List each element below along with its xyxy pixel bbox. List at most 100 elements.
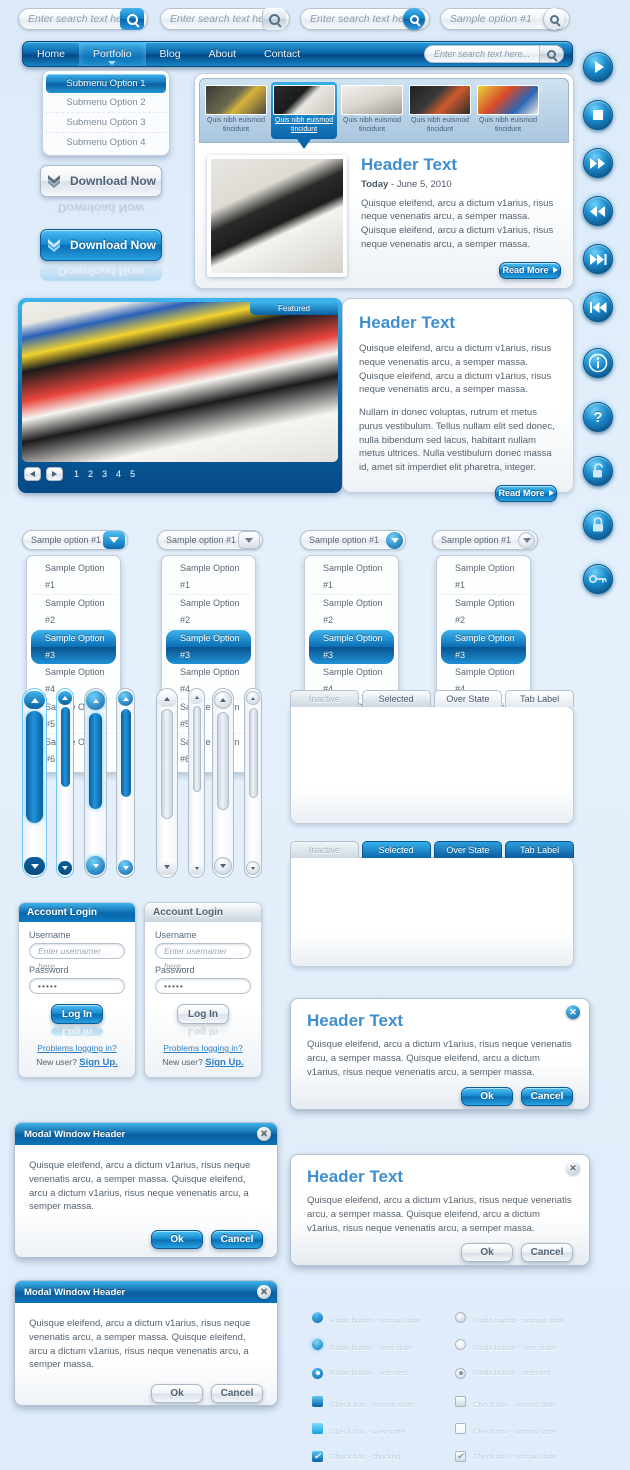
scrollbar-grey-2[interactable] (188, 688, 205, 878)
chevron-down-icon[interactable] (386, 531, 403, 549)
nav-item-contact[interactable]: Contact (250, 41, 314, 67)
scroll-thumb[interactable] (161, 709, 173, 819)
username-field[interactable]: Enter usemamer here... (155, 943, 251, 971)
dropdown-header[interactable]: Sample option #1 (22, 530, 128, 550)
dropdown-option[interactable]: Sample Option #2 (31, 595, 116, 630)
nav-search-input[interactable]: Enter search text here... (425, 49, 539, 59)
scrollbar-grey-4[interactable] (244, 688, 262, 878)
scroll-down-button[interactable] (158, 859, 176, 875)
page-number[interactable]: 3 (102, 469, 107, 479)
nav-search-bar[interactable]: Enter search text here... (424, 45, 564, 63)
search-bar-3[interactable]: Enter search text here.... (300, 8, 430, 30)
scroll-down-button[interactable] (214, 857, 232, 875)
search-icon[interactable] (262, 8, 286, 30)
dropdown-option[interactable]: Sample Option #5 (166, 699, 251, 734)
tab-over-state[interactable]: Over State (433, 841, 503, 858)
slider-next-button[interactable] (46, 467, 63, 481)
unlock-button[interactable] (583, 456, 613, 486)
checkbox-checked-icon[interactable]: ✔ (455, 1451, 466, 1462)
scrollbar-blue-2[interactable] (56, 688, 74, 878)
scroll-down-button[interactable] (118, 860, 133, 875)
fast-forward-button[interactable] (583, 148, 613, 178)
tab-label[interactable]: Tab Label (505, 690, 574, 707)
dropdown-option[interactable]: Sample Option #6 (166, 734, 251, 768)
checkbox-checked-icon[interactable]: ✔ (312, 1451, 323, 1462)
chevron-down-icon[interactable] (518, 531, 535, 549)
play-button[interactable] (583, 52, 613, 82)
search-input[interactable]: Enter search text here.... (161, 13, 262, 25)
checkbox-normal-icon[interactable] (455, 1396, 466, 1407)
scroll-thumb[interactable] (120, 709, 131, 797)
scrollbar-blue-4[interactable] (116, 688, 135, 878)
thumbnail-item[interactable]: Quis nibh euismod tincidunt (339, 82, 405, 139)
skip-previous-button[interactable] (583, 292, 613, 322)
dropdown-option[interactable]: Sample Option #1 (441, 560, 526, 595)
scroll-down-button[interactable] (190, 862, 203, 875)
username-field[interactable]: Enter usemamer here... (29, 943, 125, 971)
read-more-button[interactable]: Read More (495, 484, 557, 502)
dropdown-option[interactable]: Sample Option #1 (309, 560, 394, 595)
login-form-grey[interactable]: Account Login Username Enter usemamer he… (144, 902, 262, 1078)
scroll-down-button[interactable] (246, 861, 260, 875)
dropdown-header[interactable]: Sample option #1 (432, 530, 538, 550)
radio-group-grey[interactable]: Radio button - normal state Radio button… (455, 1312, 563, 1379)
cancel-button[interactable]: Cancel (521, 1087, 573, 1107)
page-number[interactable]: 5 (130, 469, 135, 479)
ok-button[interactable]: Ok (461, 1087, 513, 1107)
main-navigation[interactable]: Home Portfolio Blog About Contact Enter … (22, 41, 573, 67)
slider-prev-button[interactable] (24, 467, 41, 481)
thumbnail-item-selected[interactable]: Quis nibh euismod tincidunt (271, 82, 337, 148)
password-field[interactable]: ••••• (29, 978, 125, 994)
help-button[interactable]: ? (583, 402, 613, 432)
search-icon[interactable] (539, 46, 563, 62)
scroll-down-button[interactable] (24, 857, 45, 875)
tab-selected[interactable]: Selected (361, 690, 431, 707)
close-icon[interactable]: ✕ (257, 1127, 271, 1141)
checkbox-over-icon[interactable] (312, 1423, 323, 1434)
submenu-item[interactable]: Submenu Option 2 (46, 93, 166, 113)
nav-item-portfolio[interactable]: Portfolio (79, 42, 146, 66)
search-bar-1[interactable]: Enter search text here.... (18, 8, 148, 30)
cancel-button[interactable]: Cancel (211, 1230, 263, 1250)
scrollbar-grey-1[interactable] (156, 688, 178, 878)
slider-pagination[interactable]: 1 2 3 4 5 (22, 462, 338, 481)
thumbnail-strip[interactable]: Quis nibh euismod tincidunt Quis nibh eu… (199, 78, 569, 148)
search-icon[interactable] (543, 8, 565, 30)
tab-over-state[interactable]: Over State (433, 690, 503, 707)
dropdown-option[interactable]: Sample Option #2 (166, 595, 251, 630)
rewind-button[interactable] (583, 196, 613, 226)
dropdown-option-selected[interactable]: Sample Option #3 (309, 630, 394, 664)
tab-group-grey[interactable]: Inactive Selected Over State Tab Label (290, 690, 574, 824)
dropdown-option-selected[interactable]: Sample Option #3 (166, 630, 251, 664)
dropdown-option[interactable]: Sample Option #1 (31, 560, 116, 595)
chevron-down-icon[interactable] (103, 531, 125, 549)
tab-inactive[interactable]: Inactive (290, 690, 359, 707)
radio-group-blue[interactable]: Radio button - normal state Radio button… (312, 1312, 420, 1379)
radio-selected-icon[interactable] (312, 1367, 323, 1379)
radio-over-icon[interactable] (455, 1339, 466, 1350)
signup-link[interactable]: Sign Up. (79, 1057, 118, 1068)
ok-button[interactable]: Ok (461, 1243, 513, 1263)
key-button[interactable] (583, 564, 613, 594)
scroll-thumb[interactable] (89, 713, 102, 809)
submenu-dropdown[interactable]: Submenu Option 1 Submenu Option 2 Submen… (42, 70, 170, 156)
radio-normal-icon[interactable] (312, 1312, 323, 1323)
checkbox-over-icon[interactable] (455, 1423, 466, 1434)
scroll-up-button[interactable] (24, 691, 45, 709)
dropdown-option-selected[interactable]: Sample Option #3 (31, 630, 116, 664)
tab-selected[interactable]: Selected (361, 841, 431, 858)
search-icon[interactable] (403, 8, 425, 30)
scrollbar-blue-3[interactable] (84, 688, 107, 878)
read-more-button[interactable]: Read More (499, 261, 561, 279)
search-input[interactable]: Enter search text here.... (301, 13, 403, 25)
submenu-item[interactable]: Submenu Option 1 (46, 74, 166, 93)
radio-normal-icon[interactable] (455, 1312, 466, 1323)
scroll-thumb[interactable] (26, 711, 43, 823)
close-icon[interactable]: ✕ (257, 1285, 271, 1299)
page-number[interactable]: 2 (88, 469, 93, 479)
scrollbar-blue-1[interactable] (22, 688, 47, 878)
search-icon[interactable] (120, 8, 144, 30)
download-button-grey[interactable]: Download Now (40, 165, 162, 197)
scroll-up-button[interactable] (158, 691, 176, 707)
dropdown-header[interactable]: Sample option #1 (300, 530, 406, 550)
